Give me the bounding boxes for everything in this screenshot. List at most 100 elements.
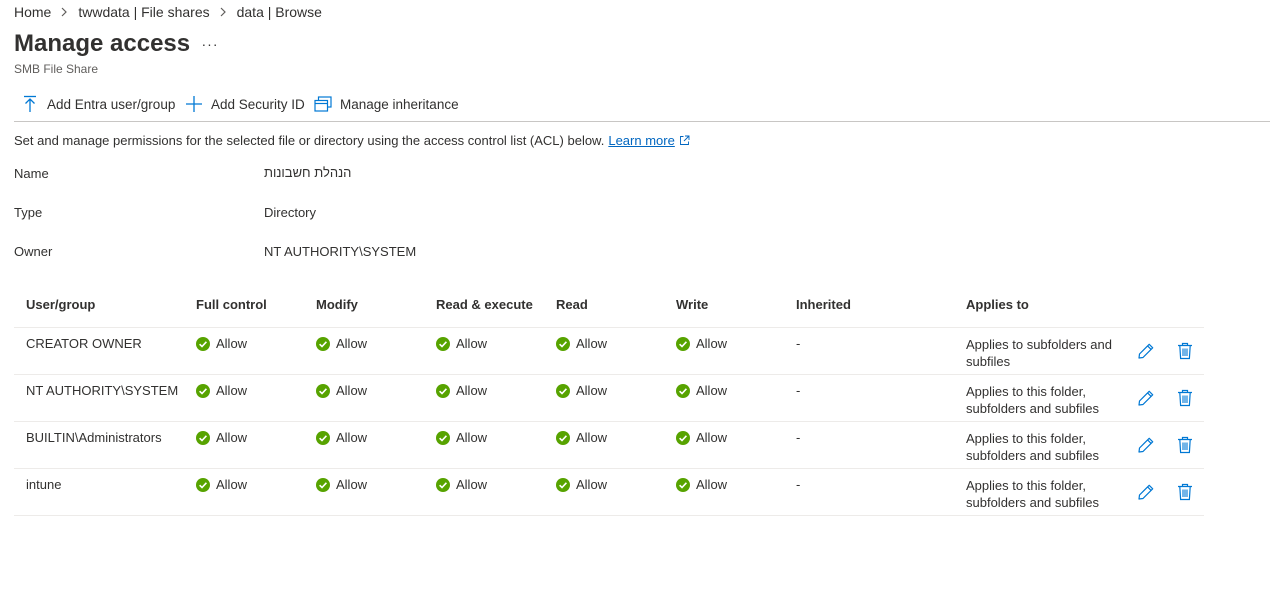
breadcrumb-file-shares[interactable]: twwdata | File shares bbox=[78, 4, 209, 20]
cell-user-group: NT AUTHORITY\SYSTEM bbox=[26, 383, 179, 398]
check-circle-icon bbox=[676, 383, 690, 398]
table-row: intune Allow Allow Allow Allow Allow - Applies … bbox=[14, 469, 1204, 516]
permission-value: Allow bbox=[456, 383, 488, 398]
permission-value: Allow bbox=[576, 336, 608, 351]
cell-inherited: - bbox=[796, 336, 801, 351]
name-label: Name bbox=[14, 166, 49, 181]
delete-button[interactable] bbox=[1175, 388, 1195, 408]
cell-applies-to: Applies to this folder, subfolders and s… bbox=[966, 478, 1099, 510]
permission-value: Allow bbox=[216, 430, 248, 445]
permission-value: Allow bbox=[456, 336, 488, 351]
add-security-id-button[interactable]: Add Security ID bbox=[184, 92, 305, 116]
check-circle-icon bbox=[316, 383, 330, 398]
cell-modify: Allow bbox=[316, 336, 367, 351]
table-header: User/group Full control Modify Read & ex… bbox=[14, 288, 1204, 328]
permission-value: Allow bbox=[336, 336, 368, 351]
column-header-read-execute: Read & execute bbox=[436, 297, 533, 312]
check-circle-icon bbox=[196, 477, 210, 492]
more-options-button[interactable]: ··· bbox=[200, 34, 220, 54]
delete-button[interactable] bbox=[1175, 482, 1195, 502]
cell-full-control: Allow bbox=[196, 430, 247, 445]
command-bar: Add Entra user/group Add Security ID Man… bbox=[14, 92, 1270, 122]
cell-inherited: - bbox=[796, 430, 801, 445]
check-circle-icon bbox=[676, 477, 690, 492]
check-circle-icon bbox=[436, 383, 450, 398]
cell-applies-to: Applies to this folder, subfolders and s… bbox=[966, 384, 1099, 416]
cell-applies-to: Applies to this folder, subfolders and s… bbox=[966, 431, 1099, 463]
trash-icon bbox=[1177, 436, 1193, 454]
page-subtitle: SMB File Share bbox=[14, 62, 99, 76]
delete-button[interactable] bbox=[1175, 341, 1195, 361]
check-circle-icon bbox=[436, 336, 450, 351]
chevron-right-icon bbox=[219, 7, 227, 17]
permission-value: Allow bbox=[456, 477, 488, 492]
check-circle-icon bbox=[676, 336, 690, 351]
manage-inheritance-button[interactable]: Manage inheritance bbox=[313, 92, 459, 116]
edit-button[interactable] bbox=[1136, 341, 1156, 361]
table-row: CREATOR OWNER Allow Allow Allow Allow Allow - A… bbox=[14, 328, 1204, 375]
permission-value: Allow bbox=[576, 383, 608, 398]
breadcrumb-home[interactable]: Home bbox=[14, 4, 51, 20]
permission-value: Allow bbox=[696, 336, 728, 351]
check-circle-icon bbox=[316, 336, 330, 351]
permission-value: Allow bbox=[336, 477, 368, 492]
learn-more-label: Learn more bbox=[608, 133, 675, 148]
type-label: Type bbox=[14, 205, 43, 220]
learn-more-link[interactable]: Learn more bbox=[608, 133, 690, 148]
upload-arrow-icon bbox=[20, 94, 40, 114]
check-circle-icon bbox=[556, 383, 570, 398]
pencil-icon bbox=[1137, 389, 1155, 407]
check-circle-icon bbox=[556, 336, 570, 351]
cell-write: Allow bbox=[676, 430, 727, 445]
delete-button[interactable] bbox=[1175, 435, 1195, 455]
cell-applies-to: Applies to subfolders and subfiles bbox=[966, 337, 1112, 369]
description-text: Set and manage permissions for the selec… bbox=[14, 133, 605, 148]
edit-button[interactable] bbox=[1136, 435, 1156, 455]
edit-button[interactable] bbox=[1136, 482, 1156, 502]
cell-read-execute: Allow bbox=[436, 430, 487, 445]
page-title: Manage access bbox=[14, 30, 191, 57]
check-circle-icon bbox=[676, 430, 690, 445]
external-link-icon bbox=[679, 135, 690, 146]
cell-read-execute: Allow bbox=[436, 336, 487, 351]
edit-button[interactable] bbox=[1136, 388, 1156, 408]
permission-value: Allow bbox=[576, 430, 608, 445]
table-body: CREATOR OWNER Allow Allow Allow Allow Allow - A… bbox=[14, 328, 1204, 516]
trash-icon bbox=[1177, 342, 1193, 360]
cell-user-group: intune bbox=[26, 477, 62, 492]
cell-modify: Allow bbox=[316, 477, 367, 492]
add-entra-user-group-button[interactable]: Add Entra user/group bbox=[20, 92, 175, 116]
breadcrumb-browse[interactable]: data | Browse bbox=[237, 4, 322, 20]
column-header-inherited: Inherited bbox=[796, 297, 851, 312]
plus-icon bbox=[184, 94, 204, 114]
check-circle-icon bbox=[556, 477, 570, 492]
acl-table: User/group Full control Modify Read & ex… bbox=[14, 288, 1204, 516]
permission-value: Allow bbox=[696, 430, 728, 445]
trash-icon bbox=[1177, 389, 1193, 407]
column-header-user-group: User/group bbox=[26, 297, 96, 312]
permission-value: Allow bbox=[696, 383, 728, 398]
permission-value: Allow bbox=[336, 430, 368, 445]
acl-description: Set and manage permissions for the selec… bbox=[14, 133, 690, 148]
cell-modify: Allow bbox=[316, 430, 367, 445]
column-header-write: Write bbox=[676, 297, 709, 312]
column-header-applies-to: Applies to bbox=[966, 297, 1029, 312]
permission-value: Allow bbox=[216, 383, 248, 398]
cell-user-group: BUILTIN\Administrators bbox=[26, 430, 162, 445]
cell-inherited: - bbox=[796, 383, 801, 398]
check-circle-icon bbox=[196, 383, 210, 398]
cell-user-group: CREATOR OWNER bbox=[26, 336, 142, 351]
breadcrumb: Home twwdata | File shares data | Browse bbox=[14, 4, 322, 20]
cell-write: Allow bbox=[676, 477, 727, 492]
cell-read: Allow bbox=[556, 336, 607, 351]
check-circle-icon bbox=[436, 477, 450, 492]
permission-value: Allow bbox=[336, 383, 368, 398]
name-value: הנהלת חשבונות bbox=[264, 165, 352, 180]
pencil-icon bbox=[1137, 342, 1155, 360]
column-header-full-control: Full control bbox=[196, 297, 267, 312]
cell-write: Allow bbox=[676, 383, 727, 398]
check-circle-icon bbox=[436, 430, 450, 445]
cell-read: Allow bbox=[556, 477, 607, 492]
cell-inherited: - bbox=[796, 477, 801, 492]
cell-full-control: Allow bbox=[196, 336, 247, 351]
